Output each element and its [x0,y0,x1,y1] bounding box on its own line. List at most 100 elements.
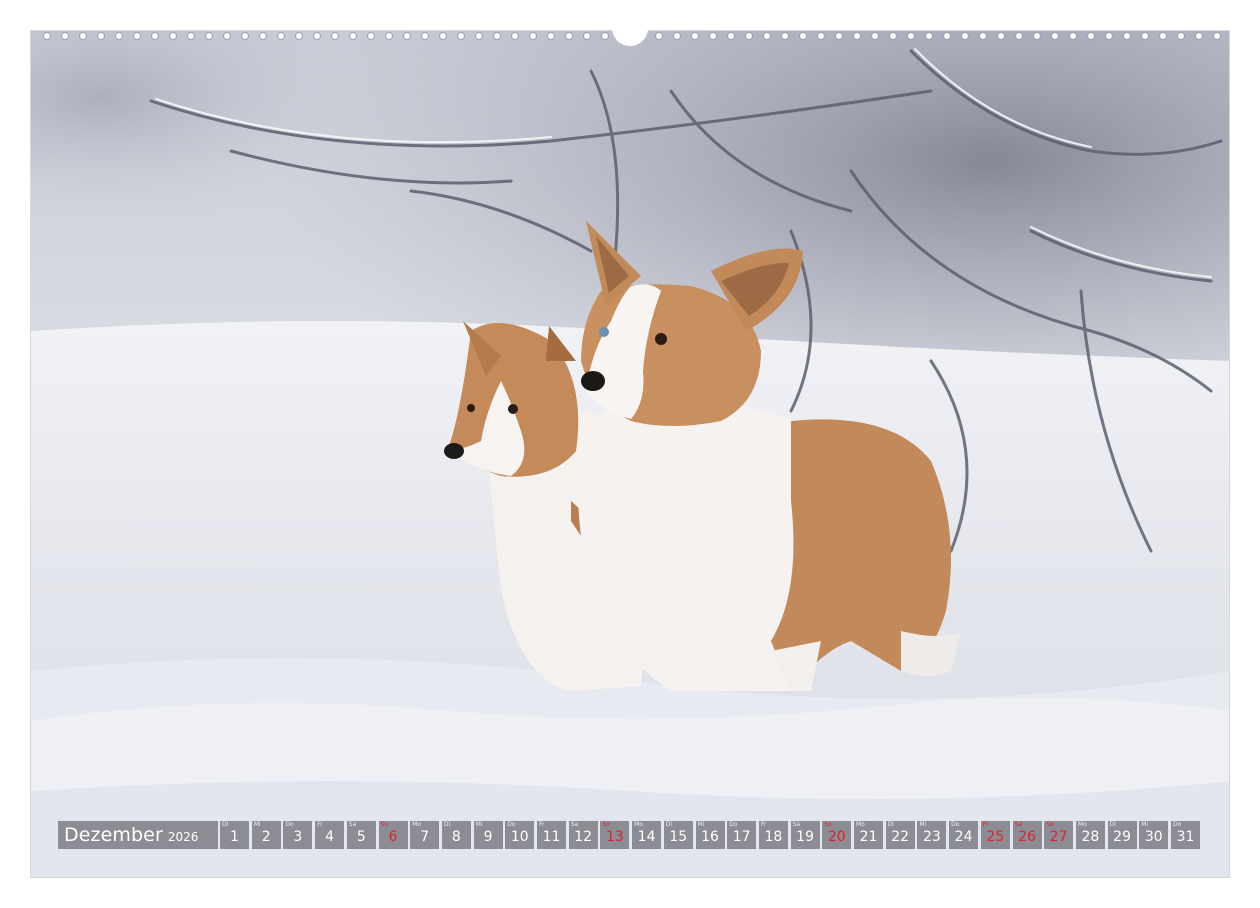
day-number: 23 [922,829,941,845]
day-cell: Di 8 [441,821,471,849]
day-cell: Di 15 [663,821,693,849]
day-cell: Di 1 [220,821,249,849]
day-number: 10 [510,829,529,845]
day-cell: Do 17 [727,821,757,849]
binding-ring [151,32,159,40]
day-number: 1 [230,829,239,845]
day-cell: So 27 [1044,821,1074,849]
binding-ring [1051,32,1059,40]
day-cell: Mo 14 [632,821,662,849]
day-cell: Mi 16 [695,821,725,849]
binding-ring [367,32,375,40]
calendar-strip: Dezember 2026 Di 1 Mi 2 Do 3 Fr 4 Sa 5 So 6 Mo 7 Di 8 Mi… [58,821,1202,849]
day-number: 28 [1081,829,1100,845]
binding-ring [601,32,609,40]
day-number: 17 [732,829,751,845]
day-number: 3 [293,829,303,845]
day-number: 30 [1144,829,1163,845]
day-cell: Do 24 [949,821,979,849]
binding-ring [727,32,735,40]
day-cell: Mi 9 [473,821,503,849]
day-number: 22 [891,829,910,845]
binding-ring [781,32,789,40]
binding-ring [133,32,141,40]
binding-ring [277,32,285,40]
day-cell: So 13 [600,821,630,849]
day-cell: Sa 19 [790,821,820,849]
day-number: 27 [1049,829,1068,845]
binding-ring [313,32,321,40]
day-number: 15 [669,829,688,845]
binding-ring [835,32,843,40]
day-number: 4 [325,829,335,845]
day-number: 20 [827,829,846,845]
day-number: 9 [483,829,493,845]
binding-ring [421,32,429,40]
binding-ring [799,32,807,40]
binding-ring [295,32,303,40]
binding-ring [1159,32,1167,40]
binding-ring [565,32,573,40]
binding-ring [493,32,501,40]
day-number: 21 [859,829,878,845]
binding-ring [961,32,969,40]
day-cell: Do 10 [505,821,535,849]
day-cell: Mo 28 [1075,821,1105,849]
binding-ring [187,32,195,40]
binding-ring [1195,32,1203,40]
day-cell: Do 3 [283,821,313,849]
binding-ring [1105,32,1113,40]
day-number: 13 [605,829,624,845]
day-number: 5 [356,829,366,845]
binding-ring [943,32,951,40]
day-number: 31 [1176,829,1195,845]
binding-ring [925,32,933,40]
calendar-photo [30,30,1230,878]
binding-ring [997,32,1005,40]
day-cell: Mi 2 [251,821,281,849]
year: 2026 [167,830,199,844]
day-number: 14 [637,829,656,845]
binding-ring [763,32,771,40]
day-number: 25 [986,829,1005,845]
binding-ring [1141,32,1149,40]
binding-ring [655,32,663,40]
binding-ring [169,32,177,40]
day-cell: Fr 11 [537,821,566,849]
binding-ring [745,32,753,40]
day-cell: Sa 12 [568,821,598,849]
binding-ring [241,32,249,40]
day-number: 18 [764,829,783,845]
binding-ring [907,32,915,40]
day-number: 2 [261,829,271,845]
binding-ring [889,32,897,40]
binding-ring [1213,32,1221,40]
binding-ring [259,32,267,40]
day-cell: Di 29 [1107,821,1137,849]
binding-ring [205,32,213,40]
day-number: 24 [954,829,973,845]
day-cell: So 20 [822,821,852,849]
binding-ring [979,32,987,40]
day-number: 6 [388,829,398,845]
binding-ring [511,32,519,40]
binding-ring [583,32,591,40]
day-cell: Do 31 [1171,821,1200,849]
binding-ring [1069,32,1077,40]
day-cell: Mi 23 [917,821,947,849]
day-number: 29 [1113,829,1131,845]
day-cell: Mo 7 [410,821,440,849]
binding-ring [331,32,339,40]
corgi-winter-photo [31,31,1229,877]
binding-ring [709,32,717,40]
binding-ring [385,32,393,40]
binding-ring [547,32,555,40]
binding-ring [115,32,123,40]
day-cell: Di 22 [885,821,915,849]
day-cell: Fr 25 [980,821,1010,849]
binding-ring [1123,32,1131,40]
binding-ring [223,32,231,40]
binding-ring [1033,32,1041,40]
day-number: 16 [701,829,719,845]
day-number: 8 [451,829,461,845]
